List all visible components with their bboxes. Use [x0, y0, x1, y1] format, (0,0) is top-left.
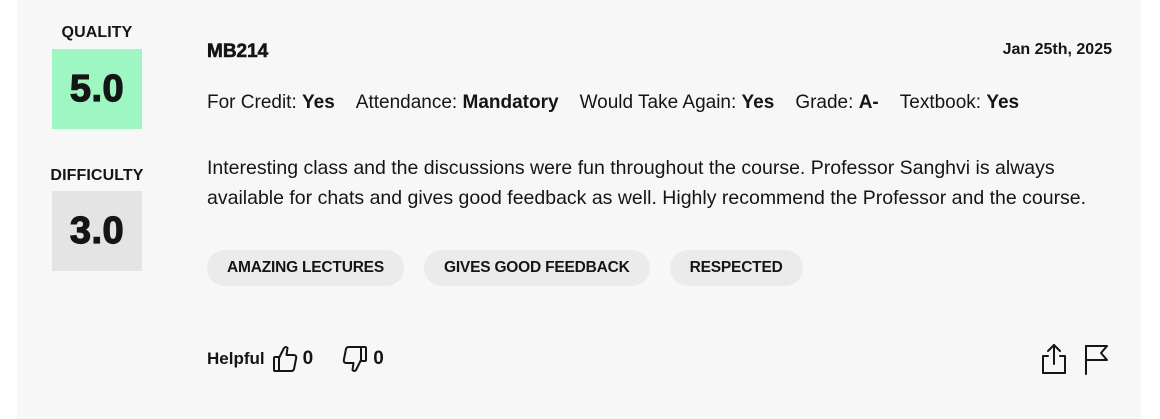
helpful-footer: Helpful 0 0: [207, 344, 384, 374]
flag-icon[interactable]: [1081, 342, 1111, 376]
quality-label: QUALITY: [61, 24, 133, 41]
thumbs-up-count: 0: [302, 348, 314, 369]
meta-value: Yes: [741, 92, 775, 113]
course-code: MB214: [207, 41, 269, 63]
meta-value: Yes: [986, 92, 1020, 113]
meta-grade: Grade: A-: [795, 92, 878, 114]
thumbs-down-icon: [342, 346, 368, 372]
tag-gives-good-feedback: GIVES GOOD FEEDBACK: [423, 250, 650, 286]
meta-value: Mandatory: [462, 92, 559, 113]
review-actions: [1027, 342, 1111, 376]
thumbs-up-icon: [272, 346, 297, 372]
rating-card: QUALITY 5.0 DIFFICULTY 3.0 MB214 Jan 25t…: [17, 0, 1141, 419]
meta-label: Would Take Again:: [579, 92, 742, 113]
difficulty-label: DIFFICULTY: [50, 167, 144, 184]
meta-label: For Credit:: [207, 92, 303, 113]
share-icon[interactable]: [1039, 342, 1069, 376]
meta-label: Grade:: [795, 92, 859, 113]
review-date: Jan 25th, 2025: [1002, 41, 1112, 58]
thumbs-down-button[interactable]: 0: [341, 344, 384, 374]
meta-label: Attendance:: [355, 92, 463, 113]
meta-attendance: Attendance: Mandatory: [356, 92, 559, 114]
thumbs-up-button[interactable]: 0: [271, 344, 314, 374]
tag-respected: RESPECTED: [669, 250, 803, 286]
tag-list: AMAZING LECTURES GIVES GOOD FEEDBACK RES…: [207, 250, 823, 286]
tag-amazing-lectures: AMAZING LECTURES: [207, 250, 404, 286]
meta-label: Textbook:: [899, 92, 987, 113]
meta-for-credit: For Credit: Yes: [207, 92, 335, 114]
meta-value: Yes: [302, 92, 335, 113]
review-comment: Interesting class and the discussions we…: [207, 157, 1087, 209]
thumbs-down-count: 0: [373, 348, 384, 369]
meta-would-take-again: Would Take Again: Yes: [580, 92, 775, 114]
difficulty-score: 3.0: [52, 191, 142, 271]
meta-textbook: Textbook: Yes: [900, 92, 1019, 114]
quality-score: 5.0: [52, 49, 142, 129]
meta-value: A-: [858, 92, 879, 113]
helpful-label: Helpful: [207, 349, 265, 368]
review-meta: For Credit: Yes Attendance: Mandatory Wo…: [207, 92, 1040, 114]
